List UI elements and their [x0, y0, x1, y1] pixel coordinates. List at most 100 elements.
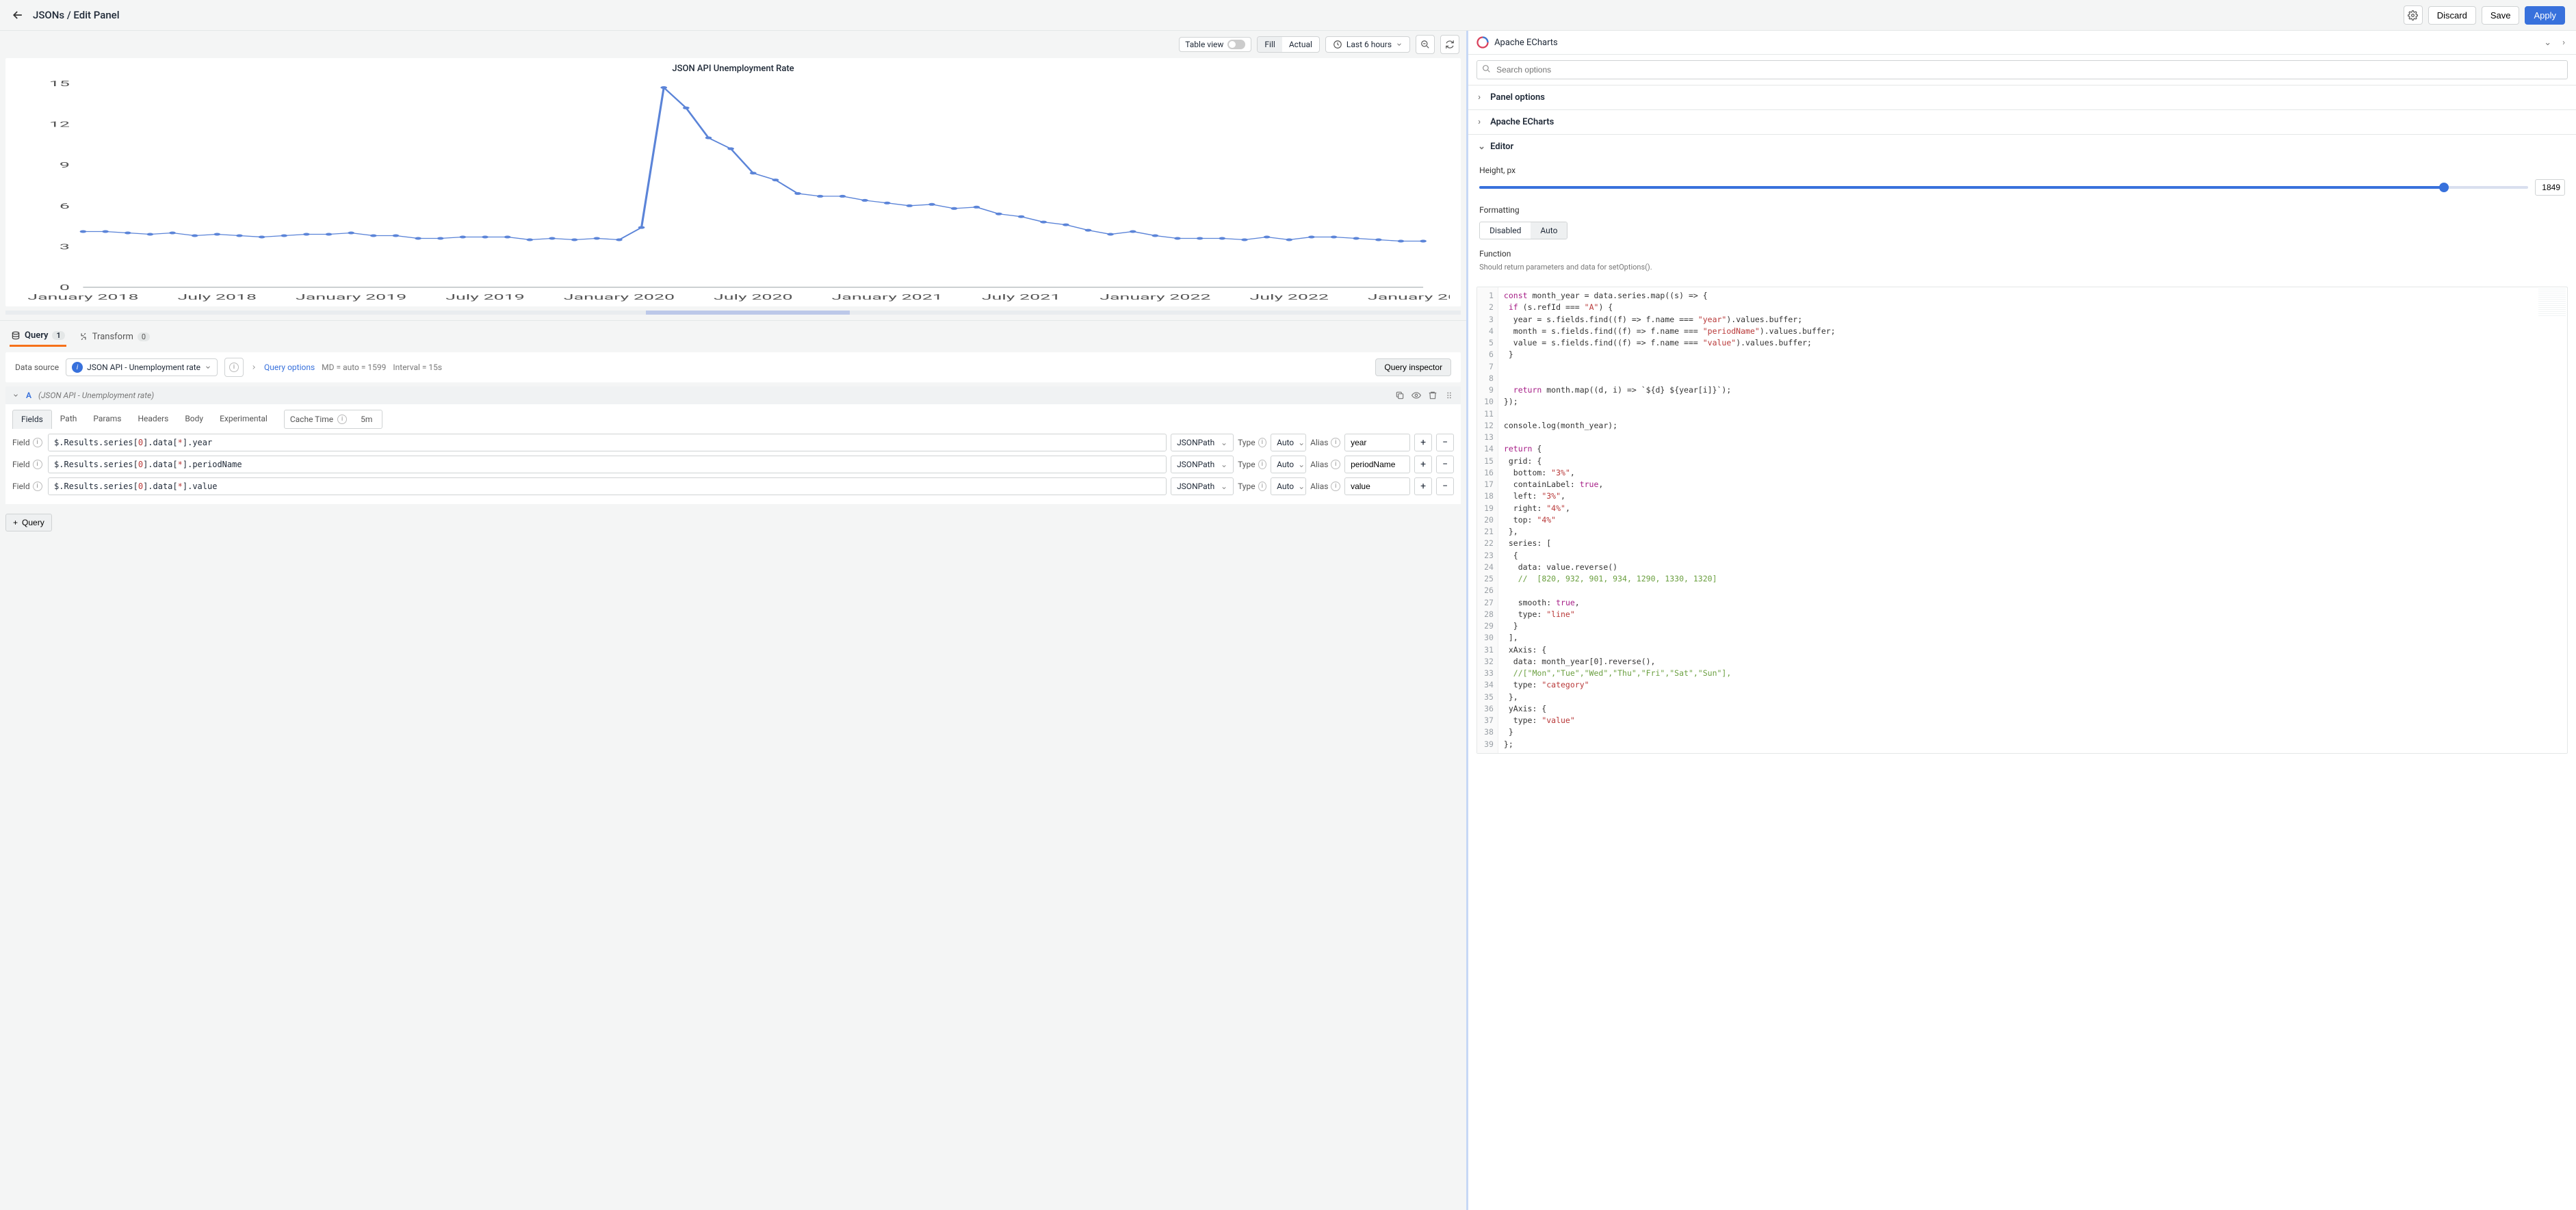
field-lang-select[interactable]: JSONPath ⌄	[1171, 456, 1234, 473]
info-icon: i	[1331, 438, 1340, 447]
formatting-disabled[interactable]: Disabled	[1480, 222, 1531, 239]
add-field-button[interactable]: +	[1414, 477, 1432, 495]
svg-text:0: 0	[60, 283, 70, 292]
height-slider[interactable]	[1479, 186, 2528, 189]
field-lang-select[interactable]: JSONPath ⌄	[1171, 434, 1234, 451]
type-label: Type i	[1238, 460, 1266, 469]
refresh-icon	[1445, 40, 1455, 49]
code-editor[interactable]: 1 2 3 4 5 6 7 8 9 10 11 12 13 14 15 16 1…	[1476, 287, 2568, 754]
field-row: Field i $.Results.series[0].data[*].year…	[12, 432, 1454, 453]
svg-text:January 2021: January 2021	[831, 293, 942, 302]
breadcrumb: JSONs / Edit Panel	[33, 9, 120, 21]
svg-text:January 2023: January 2023	[1368, 293, 1450, 302]
tab-transform[interactable]: Transform 0	[77, 326, 151, 347]
section-title: Editor	[1490, 142, 1513, 152]
field-lang-select[interactable]: JSONPath ⌄	[1171, 477, 1234, 495]
field-expression-input[interactable]: $.Results.series[0].data[*].year	[48, 434, 1167, 451]
drag-handle-icon[interactable]	[1444, 391, 1454, 400]
discard-button[interactable]: Discard	[2428, 6, 2476, 25]
actual-option[interactable]: Actual	[1282, 37, 1319, 52]
chart-scroll[interactable]	[5, 311, 1461, 315]
svg-text:January 2022: January 2022	[1100, 293, 1210, 302]
echarts-logo-icon	[1476, 36, 1489, 49]
field-tab-body[interactable]: Body	[177, 410, 211, 429]
add-field-button[interactable]: +	[1414, 456, 1432, 473]
add-query-button[interactable]: + Query	[5, 514, 52, 531]
query-refid: A	[26, 391, 31, 400]
height-value-input[interactable]	[2535, 179, 2565, 196]
unemployment-chart: 03691215January 2018July 2018January 201…	[16, 78, 1450, 304]
field-tab-headers[interactable]: Headers	[129, 410, 177, 429]
transform-count-badge: 0	[138, 332, 150, 341]
tab-query[interactable]: Query 1	[10, 326, 66, 347]
panel-settings-button[interactable]	[2404, 5, 2423, 25]
eye-icon[interactable]	[1411, 391, 1421, 400]
refresh-button[interactable]	[1440, 35, 1459, 54]
field-label: Field i	[12, 482, 44, 491]
query-inspector-button[interactable]: Query inspector	[1375, 358, 1451, 376]
add-field-button[interactable]: +	[1414, 434, 1432, 451]
duplicate-icon[interactable]	[1395, 391, 1405, 400]
type-label: Type i	[1238, 438, 1266, 447]
time-range-picker[interactable]: Last 6 hours	[1325, 36, 1410, 53]
alias-label: Alias i	[1310, 438, 1340, 447]
function-label: Function	[1479, 249, 2565, 259]
interval-info: Interval = 15s	[393, 363, 442, 372]
viz-picker-title[interactable]: Apache ECharts	[1494, 38, 2536, 48]
save-button[interactable]: Save	[2482, 6, 2520, 25]
field-alias-input[interactable]	[1344, 434, 1410, 451]
field-tab-experimental[interactable]: Experimental	[211, 410, 276, 429]
formatting-label: Formatting	[1479, 205, 2565, 215]
chevron-down-icon	[205, 364, 211, 371]
function-sublabel: Should return parameters and data for se…	[1479, 263, 2565, 272]
field-expression-input[interactable]: $.Results.series[0].data[*].value	[48, 477, 1167, 495]
zoom-out-button[interactable]	[1416, 35, 1435, 54]
section-panel-options[interactable]: › Panel options	[1468, 86, 2576, 109]
datasource-help-button[interactable]: i	[224, 358, 244, 377]
info-icon: i	[229, 363, 239, 372]
field-type-select[interactable]: Auto ⌄	[1271, 456, 1306, 473]
svg-text:July 2020: July 2020	[714, 293, 793, 302]
search-options-input[interactable]	[1476, 60, 2568, 79]
section-apache-echarts[interactable]: › Apache ECharts	[1468, 110, 2576, 134]
field-tab-path[interactable]: Path	[52, 410, 86, 429]
chevron-down-icon[interactable]	[12, 392, 19, 399]
formatting-auto[interactable]: Auto	[1531, 222, 1567, 239]
remove-field-button[interactable]: −	[1436, 434, 1454, 451]
chevron-right-icon: ›	[1478, 92, 1485, 103]
datasource-name: JSON API - Unemployment rate	[87, 363, 200, 372]
md-info: MD = auto = 1599	[322, 363, 386, 372]
svg-text:15: 15	[49, 79, 70, 88]
back-arrow-icon[interactable]	[11, 8, 25, 22]
info-icon: i	[1331, 482, 1340, 491]
svg-text:January 2020: January 2020	[564, 293, 675, 302]
chevron-down-icon[interactable]: ⌄	[2541, 38, 2554, 48]
chevron-right-icon	[250, 364, 257, 371]
info-icon: i	[1258, 438, 1266, 447]
svg-text:9: 9	[60, 161, 70, 170]
info-icon: i	[1331, 460, 1340, 469]
query-options-link[interactable]: Query options	[264, 363, 315, 372]
field-alias-input[interactable]	[1344, 456, 1410, 473]
trash-icon[interactable]	[1428, 391, 1437, 400]
field-alias-input[interactable]	[1344, 477, 1410, 495]
field-tab-fields[interactable]: Fields	[12, 410, 52, 429]
field-type-select[interactable]: Auto ⌄	[1271, 434, 1306, 451]
apply-button[interactable]: Apply	[2525, 6, 2565, 25]
fill-actual-toggle: Fill Actual	[1257, 36, 1320, 53]
field-tab-params[interactable]: Params	[85, 410, 129, 429]
field-row: Field i $.Results.series[0].data[*].peri…	[12, 453, 1454, 475]
field-expression-input[interactable]: $.Results.series[0].data[*].periodName	[48, 456, 1167, 473]
field-type-select[interactable]: Auto ⌄	[1271, 477, 1306, 495]
datasource-select[interactable]: i JSON API - Unemployment rate	[66, 358, 218, 376]
chevron-right-icon[interactable]: ›	[2560, 38, 2568, 48]
section-editor[interactable]: ⌄ Editor	[1468, 135, 2576, 159]
chart-title: JSON API Unemployment Rate	[16, 64, 1450, 74]
remove-field-button[interactable]: −	[1436, 456, 1454, 473]
fill-option[interactable]: Fill	[1258, 37, 1282, 52]
cache-value[interactable]: 5m	[356, 413, 376, 425]
remove-field-button[interactable]: −	[1436, 477, 1454, 495]
table-view-toggle[interactable]: Table view	[1179, 37, 1251, 52]
info-icon: i	[1258, 482, 1266, 491]
svg-text:January 2018: January 2018	[27, 293, 138, 302]
